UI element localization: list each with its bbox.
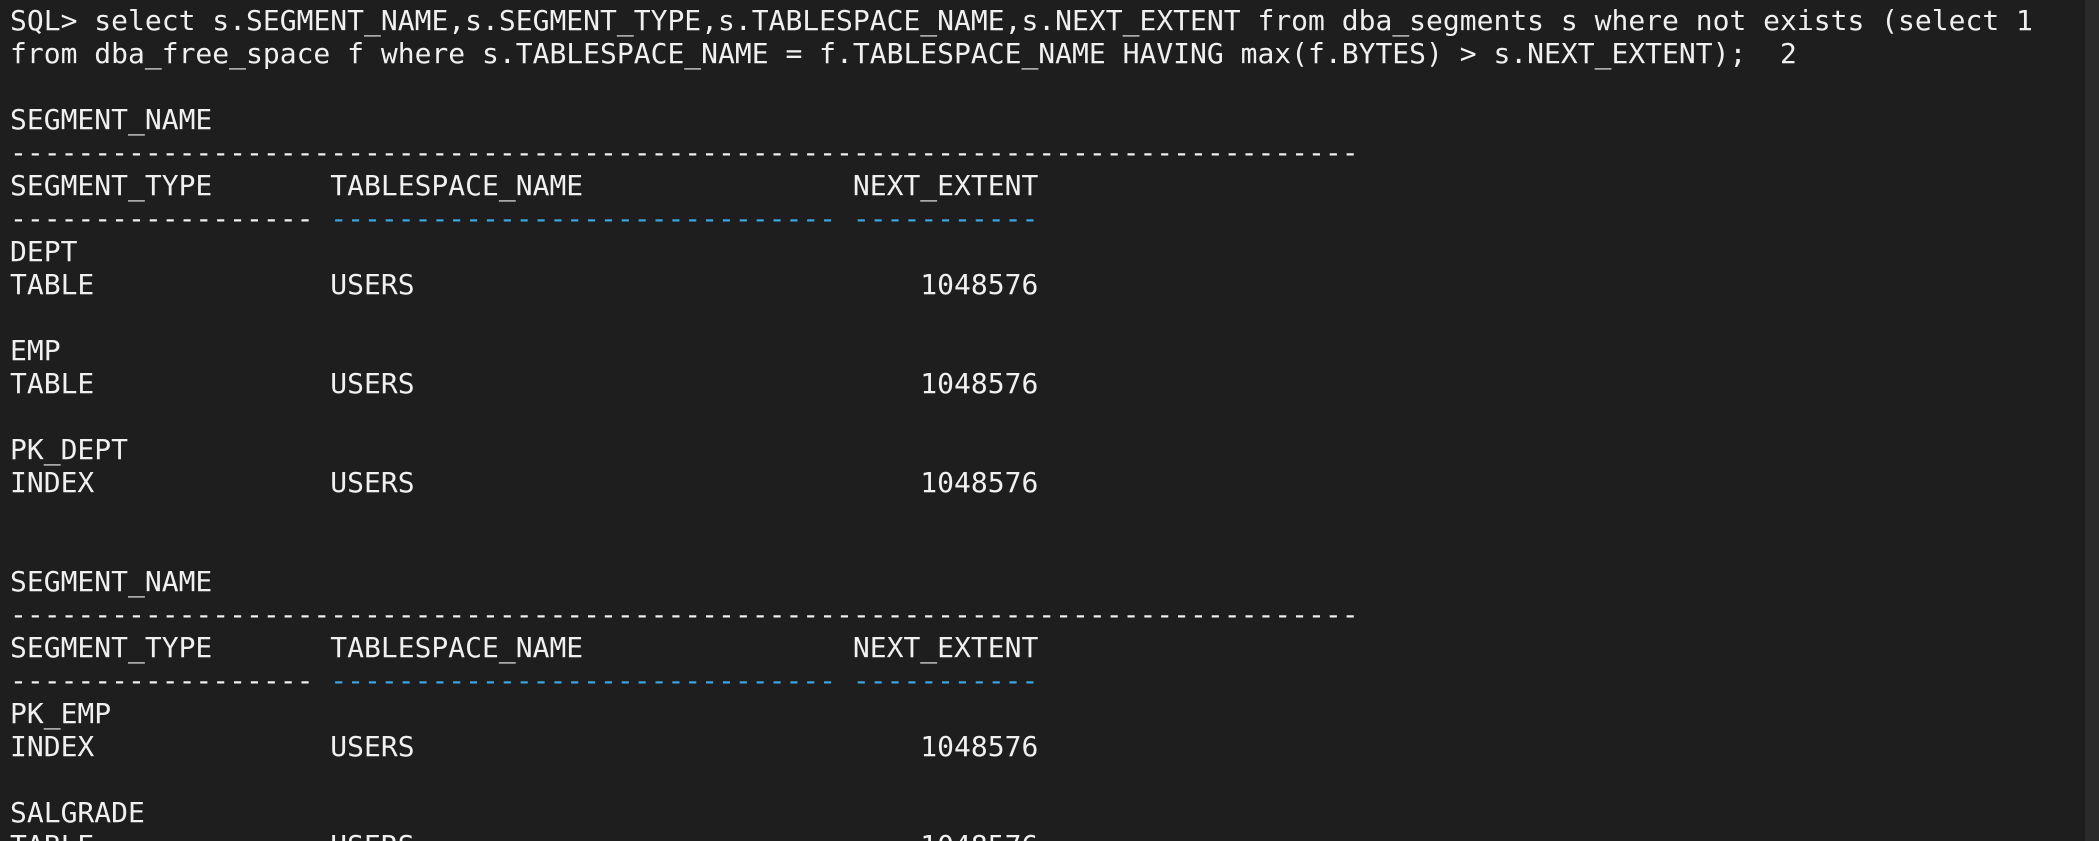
sql-prompt: SQL> [10,4,78,37]
result-segment-name: EMP [10,334,61,367]
result-row-detail: INDEX USERS 1048576 [10,730,1039,763]
result-row-detail: INDEX USERS 1048576 [10,466,1039,499]
result-row-detail: TABLE USERS 1048576 [10,367,1039,400]
result-segment-name: PK_DEPT [10,433,129,466]
result-segment-name: PK_EMP [10,697,112,730]
command-line-2: from dba_free_space f where s.TABLESPACE… [10,37,1797,70]
header-separator: ----------------------------------------… [10,136,1359,169]
result-segment-name: SALGRADE [10,796,145,829]
column-separator-next-extent: ----------- [852,202,1039,235]
header-separator: ----------------------------------------… [10,598,1359,631]
command-line-1: SQL> select s.SEGMENT_NAME,s.SEGMENT_TYP… [10,4,2033,37]
column-separator-tablespace-name: ------------------------------ [330,664,837,697]
sql-command-text: select s.SEGMENT_NAME,s.SEGMENT_TYPE,s.T… [77,4,2033,37]
result-segment-name: DEPT [10,235,78,268]
sqlplus-output: SQL> select s.SEGMENT_NAME,s.SEGMENT_TYP… [10,4,2033,841]
column-separator-next-extent: ----------- [852,664,1039,697]
result-row-detail: TABLE USERS 1048576 [10,268,1039,301]
column-headers: SEGMENT_TYPE TABLESPACE_NAME NEXT_EXTENT [10,631,1039,664]
column-separator-tablespace-name: ------------------------------ [330,202,837,235]
column-header-segment-name: SEGMENT_NAME [10,565,213,598]
vertical-scrollbar[interactable] [2085,0,2099,841]
column-separator-segment-type: ------------------ [10,202,314,235]
result-row-detail: TABLE USERS 1048576 [10,829,2033,841]
column-separator-segment-type: ------------------ [10,664,314,697]
column-header-segment-name: SEGMENT_NAME [10,103,213,136]
column-separators: ------------------ ---------------------… [10,664,2033,697]
column-separators: ------------------ ---------------------… [10,202,2033,235]
column-headers: SEGMENT_TYPE TABLESPACE_NAME NEXT_EXTENT [10,169,1039,202]
terminal-window[interactable]: SQL> select s.SEGMENT_NAME,s.SEGMENT_TYP… [0,0,2099,841]
